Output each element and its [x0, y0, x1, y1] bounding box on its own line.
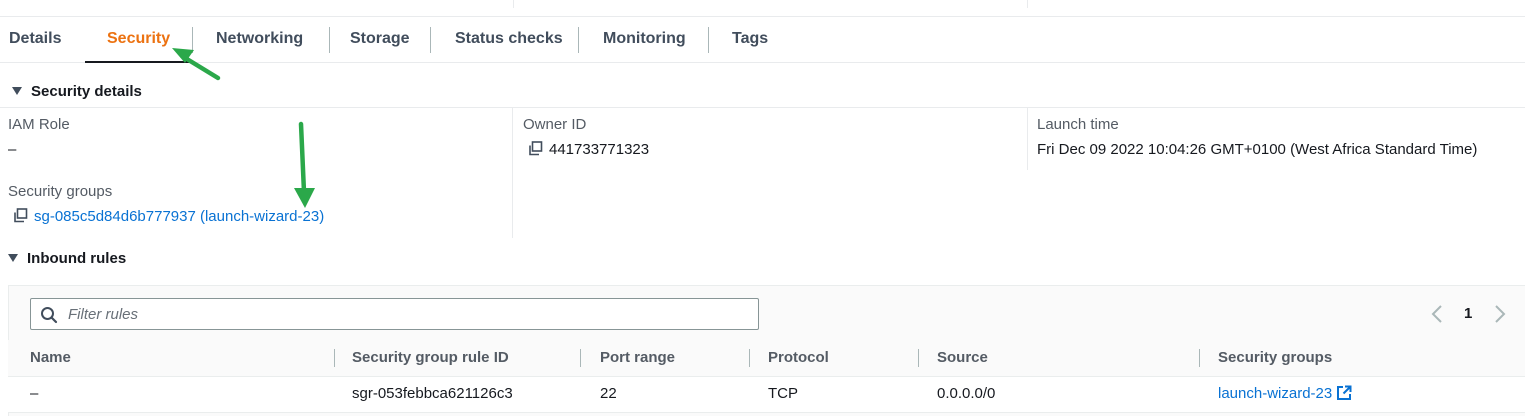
tab-status-checks[interactable]: Status checks — [455, 17, 563, 62]
column-header-protocol[interactable]: Protocol — [768, 349, 829, 366]
security-groups-value-row: sg-085c5d84d6b777937 (launch-wizard-23) — [13, 208, 324, 225]
tab-separator — [578, 27, 579, 53]
tab-networking[interactable]: Networking — [216, 17, 303, 62]
chevron-left-icon[interactable] — [1431, 304, 1443, 324]
column-header-source[interactable]: Source — [937, 349, 988, 366]
column-divider — [512, 108, 513, 238]
owner-id-value: 441733771323 — [549, 141, 650, 158]
page-number[interactable]: 1 — [1464, 305, 1472, 322]
caret-down-icon — [12, 87, 22, 95]
iam-role-value: – — [8, 141, 17, 158]
caret-down-icon — [8, 254, 18, 262]
column-divider — [1027, 108, 1028, 170]
tab-tags[interactable]: Tags — [732, 17, 768, 62]
tab-bar: Details Security Networking Storage Stat… — [0, 17, 1525, 63]
search-icon — [41, 307, 58, 324]
security-group-row-link[interactable]: launch-wizard-23 — [1218, 385, 1332, 402]
column-header-name[interactable]: Name — [30, 349, 71, 366]
tab-security[interactable]: Security — [84, 17, 193, 63]
column-resizer[interactable] — [749, 349, 750, 367]
cell-security-group: launch-wizard-23 — [1218, 385, 1352, 402]
top-divider — [1027, 0, 1028, 8]
column-resizer[interactable] — [580, 349, 581, 367]
filter-rules-input[interactable]: Filter rules — [30, 298, 759, 330]
column-header-security-groups[interactable]: Security groups — [1218, 349, 1332, 366]
column-header-rule-id[interactable]: Security group rule ID — [352, 349, 509, 366]
tab-monitoring[interactable]: Monitoring — [603, 17, 686, 62]
cell-rule-id: sgr-053febbca621126c3 — [352, 385, 513, 402]
tab-storage[interactable]: Storage — [350, 17, 410, 62]
tab-separator — [192, 27, 193, 53]
copy-icon[interactable] — [13, 208, 28, 223]
column-resizer[interactable] — [918, 349, 919, 367]
launch-time-value: Fri Dec 09 2022 10:04:26 GMT+0100 (West … — [1037, 141, 1478, 158]
cell-source: 0.0.0.0/0 — [937, 385, 996, 402]
tab-separator — [430, 27, 431, 53]
cell-name: – — [30, 385, 39, 402]
chevron-right-icon[interactable] — [1494, 304, 1506, 324]
security-details-title: Security details — [31, 83, 142, 100]
column-header-port-range[interactable]: Port range — [600, 349, 675, 366]
security-groups-label: Security groups — [8, 183, 113, 200]
top-divider — [513, 0, 514, 8]
inbound-rules-title: Inbound rules — [27, 250, 127, 267]
tab-separator — [708, 27, 709, 53]
column-resizer[interactable] — [1199, 349, 1200, 367]
tab-separator — [329, 27, 330, 53]
external-link-icon[interactable] — [1336, 385, 1352, 401]
section-divider — [0, 107, 1525, 108]
copy-icon[interactable] — [528, 141, 543, 156]
security-group-link[interactable]: sg-085c5d84d6b777937 (launch-wizard-23) — [34, 208, 324, 225]
top-strip — [0, 0, 1525, 17]
tab-details[interactable]: Details — [9, 17, 61, 62]
launch-time-label: Launch time — [1037, 116, 1119, 133]
column-resizer[interactable] — [334, 349, 335, 367]
iam-role-label: IAM Role — [8, 116, 70, 133]
security-details-toggle[interactable]: Security details — [12, 83, 142, 100]
cell-protocol: TCP — [768, 385, 798, 402]
cell-port-range: 22 — [600, 385, 617, 402]
inbound-rules-toggle[interactable]: Inbound rules — [8, 250, 126, 267]
owner-id-label: Owner ID — [523, 116, 587, 133]
filter-placeholder: Filter rules — [68, 306, 139, 323]
owner-id-value-row: 441733771323 — [528, 141, 649, 158]
